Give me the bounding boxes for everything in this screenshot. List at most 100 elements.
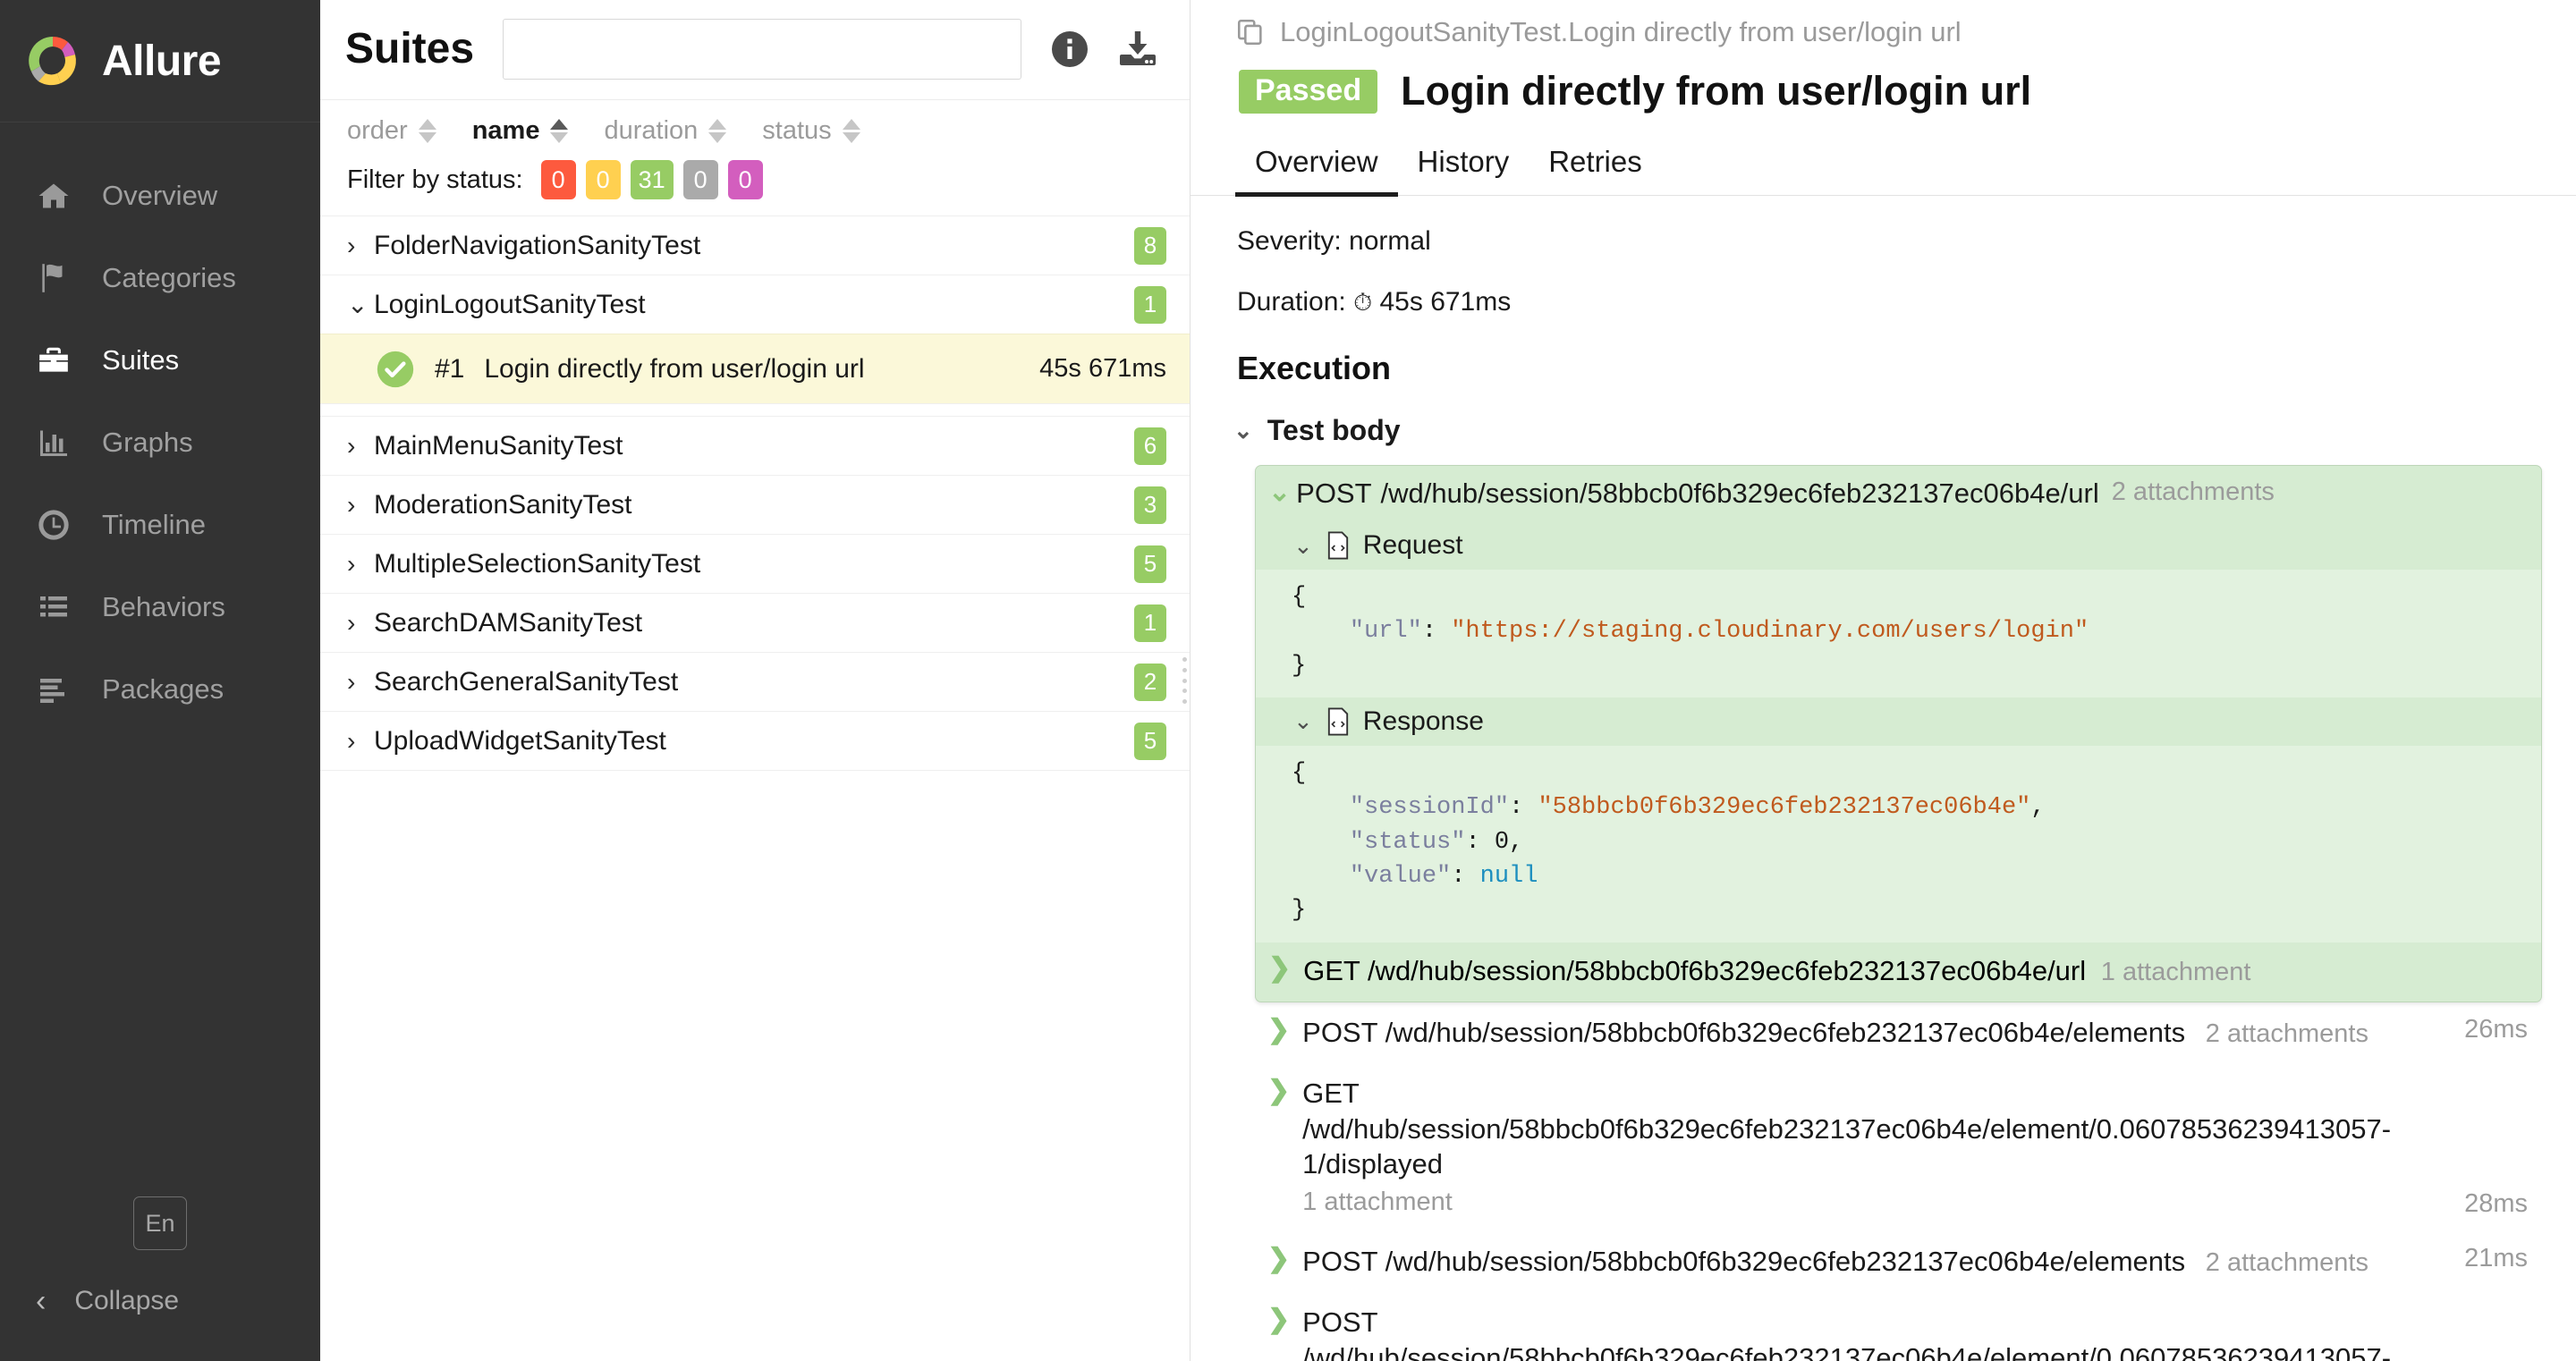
- breadcrumb[interactable]: LoginLogoutSanityTest.Login directly fro…: [1191, 0, 2576, 48]
- suite-row-uploadwidget[interactable]: › UploadWidgetSanityTest 5: [320, 711, 1190, 770]
- sidebar-item-overview[interactable]: Overview: [0, 155, 320, 237]
- step-method: POST: [1302, 1245, 1377, 1277]
- download-icon[interactable]: [1113, 24, 1163, 74]
- passed-check-icon: [376, 350, 415, 389]
- sidebar-item-label: Timeline: [102, 509, 206, 540]
- sort-arrows-icon: [708, 119, 727, 143]
- step-attachments-count: 2 attachments: [2111, 478, 2275, 506]
- sidebar-item-label: Categories: [102, 262, 236, 293]
- language-button[interactable]: En: [133, 1196, 187, 1250]
- chevron-down-icon: ⌄: [1293, 531, 1313, 559]
- sort-label: name: [471, 116, 540, 145]
- sidebar-item-behaviors[interactable]: Behaviors: [0, 566, 320, 648]
- tab-history[interactable]: History: [1398, 145, 1530, 195]
- allure-logo-icon: [23, 31, 82, 90]
- collapse-button[interactable]: ‹ Collapse: [0, 1286, 320, 1316]
- attachment-label: Response: [1362, 706, 1484, 736]
- chevron-right-icon: ❯: [1267, 1014, 1291, 1044]
- suite-row-multipleselection[interactable]: › MultipleSelectionSanityTest 5: [320, 534, 1190, 593]
- chevron-right-icon: ›: [347, 490, 356, 519]
- step-collapsed[interactable]: ❯ POST /wd/hub/session/58bbcb0f6b329ec6f…: [1255, 1292, 2542, 1361]
- suite-name: SearchDAMSanityTest: [374, 607, 643, 638]
- chevron-right-icon: ›: [347, 667, 356, 696]
- attachment-header[interactable]: ⌄ Response 91 B: [1256, 697, 2541, 746]
- response-code-block: { "sessionId": "58bbcb0f6b329ec6feb23213…: [1256, 745, 2541, 943]
- breadcrumb-text: LoginLogoutSanityTest.Login directly fro…: [1280, 16, 1962, 47]
- sort-label: duration: [604, 116, 699, 145]
- severity-line: Severity: normal: [1237, 226, 1431, 256]
- bar-chart-icon: [30, 419, 77, 466]
- sort-arrows-icon: [550, 119, 569, 143]
- filter-badge-unknown[interactable]: 0: [727, 160, 763, 199]
- sidebar-item-timeline[interactable]: Timeline: [0, 484, 320, 566]
- suite-count-badge: 1: [1134, 604, 1166, 642]
- sidebar-item-categories[interactable]: Categories: [0, 237, 320, 319]
- step-attachments-count: 1 attachment: [1302, 1187, 1453, 1216]
- sort-by-name[interactable]: name: [472, 116, 569, 146]
- sidebar-item-suites[interactable]: Suites: [0, 319, 320, 402]
- step-attachments-count: 2 attachments: [2205, 1247, 2368, 1277]
- attachment-header[interactable]: ⌄ Request 59 B: [1256, 521, 2541, 570]
- filter-badge-passed[interactable]: 31: [630, 160, 674, 199]
- step-collapsed[interactable]: ❯ POST /wd/hub/session/58bbcb0f6b329ec6f…: [1255, 1231, 2542, 1292]
- code-file-icon: [1326, 707, 1351, 736]
- step-collapsed[interactable]: ❯ POST /wd/hub/session/58bbcb0f6b329ec6f…: [1255, 1002, 2542, 1063]
- test-row-selected[interactable]: #1 Login directly from user/login url 45…: [320, 334, 1190, 403]
- step-path: /wd/hub/session/58bbcb0f6b329ec6feb23213…: [1385, 1016, 2186, 1048]
- sort-by-order[interactable]: order: [347, 116, 436, 146]
- step-path: /wd/hub/session/58bbcb0f6b329ec6feb23213…: [1302, 1112, 2392, 1180]
- filter-badge-skipped[interactable]: 0: [682, 160, 718, 199]
- step-method: POST: [1302, 1016, 1377, 1048]
- tab-retries[interactable]: Retries: [1529, 145, 1662, 195]
- suite-name: FolderNavigationSanityTest: [374, 230, 701, 260]
- sidebar-item-label: Suites: [102, 344, 180, 376]
- step-collapsed[interactable]: ❯ GET /wd/hub/session/58bbcb0f6b329ec6fe…: [1255, 1063, 2542, 1231]
- step-nested-get[interactable]: ❯ GET /wd/hub/session/58bbcb0f6b329ec6fe…: [1256, 942, 2541, 1002]
- panel-resize-handle[interactable]: [1180, 657, 1191, 704]
- step-method: GET: [1303, 954, 1360, 986]
- chevron-right-icon: ›: [347, 608, 356, 637]
- search-input[interactable]: [503, 18, 1021, 80]
- step-text: POST /wd/hub/session/58bbcb0f6b329ec6feb…: [1302, 1305, 2432, 1361]
- sidebar-nav: Overview Categories Suites Graphs Timeli…: [0, 123, 320, 731]
- suite-name: UploadWidgetSanityTest: [374, 725, 666, 756]
- suite-row-searchdam[interactable]: › SearchDAMSanityTest 1: [320, 593, 1190, 652]
- info-icon[interactable]: [1045, 24, 1095, 74]
- sidebar-item-label: Graphs: [102, 427, 193, 458]
- step-method: POST: [1296, 478, 1372, 509]
- filter-badge-failed[interactable]: 0: [540, 160, 576, 199]
- tab-overview[interactable]: Overview: [1235, 145, 1398, 197]
- suite-row-moderation[interactable]: › ModerationSanityTest 3: [320, 475, 1190, 534]
- chevron-right-icon: ›: [347, 726, 356, 755]
- filter-badge-broken[interactable]: 0: [585, 160, 621, 199]
- chevron-right-icon: ›: [347, 231, 356, 259]
- sidebar-item-graphs[interactable]: Graphs: [0, 402, 320, 484]
- title-row: Passed Login directly from user/login ur…: [1191, 48, 2576, 114]
- suite-row-loginlogout[interactable]: ⌄ LoginLogoutSanityTest 1: [320, 275, 1190, 334]
- detail-tabs: Overview History Retries: [1191, 145, 2576, 197]
- chevron-right-icon: ›: [347, 549, 356, 578]
- sidebar-item-packages[interactable]: Packages: [0, 648, 320, 731]
- step-text: POST /wd/hub/session/58bbcb0f6b329ec6feb…: [1302, 1244, 2446, 1280]
- suite-name: MainMenuSanityTest: [374, 430, 623, 461]
- chevron-right-icon: ❯: [1268, 952, 1292, 983]
- step-expanded: ⌄ POST /wd/hub/session/58bbcb0f6b329ec6f…: [1255, 465, 2542, 1002]
- step-method: POST: [1302, 1306, 1377, 1339]
- suite-row-searchgeneral[interactable]: › SearchGeneralSanityTest 2: [320, 652, 1190, 711]
- attachment-request: ⌄ Request 59 B: [1256, 521, 2541, 697]
- sort-by-duration[interactable]: duration: [604, 116, 727, 146]
- brand[interactable]: Allure: [0, 0, 320, 123]
- chevron-down-icon: ⌄: [1268, 478, 1292, 507]
- filter-label: Filter by status:: [347, 165, 523, 194]
- steps-list: ⌄ POST /wd/hub/session/58bbcb0f6b329ec6f…: [1191, 447, 2576, 1361]
- test-duration: 45s 671ms: [1039, 354, 1166, 383]
- test-body-toggle[interactable]: ⌄ Test body: [1191, 387, 2576, 447]
- step-header[interactable]: ⌄ POST /wd/hub/session/58bbcb0f6b329ec6f…: [1256, 466, 2541, 521]
- request-code-block: { "url": "https://staging.cloudinary.com…: [1256, 570, 2541, 697]
- suite-row-mainmenu[interactable]: › MainMenuSanityTest 6: [320, 416, 1190, 475]
- sidebar-footer: En ‹ Collapse: [0, 1196, 320, 1361]
- suite-row-foldernavigation[interactable]: › FolderNavigationSanityTest 8: [320, 216, 1190, 275]
- code-file-icon: [1326, 531, 1351, 560]
- step-duration: 26ms: [2464, 1014, 2528, 1044]
- sort-by-status[interactable]: status: [762, 116, 860, 146]
